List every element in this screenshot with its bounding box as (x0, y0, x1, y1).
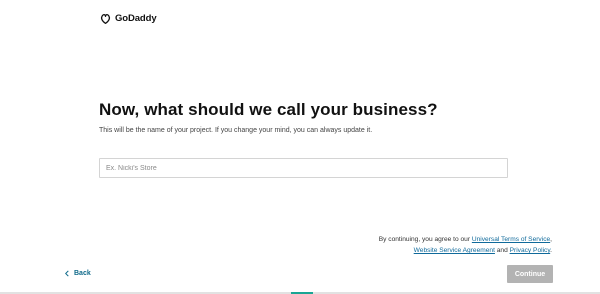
terms-notice: By continuing, you agree to our Universa… (379, 234, 552, 256)
chevron-left-icon (65, 270, 69, 277)
privacy-policy-link[interactable]: Privacy Policy (510, 247, 551, 254)
terms-and: and (494, 247, 510, 254)
godaddy-logo-icon (100, 13, 111, 25)
terms-comma: , (550, 236, 552, 243)
website-service-agreement-link[interactable]: Website Service Agreement (414, 247, 495, 254)
continue-button[interactable]: Continue (507, 265, 553, 283)
page-heading: Now, what should we call your business? (99, 100, 438, 119)
brand-name: GoDaddy (115, 13, 157, 24)
terms-prefix: By continuing, you agree to our (378, 236, 472, 243)
universal-terms-link[interactable]: Universal Terms of Service (472, 236, 550, 243)
page-subtext: This will be the name of your project. I… (99, 127, 373, 134)
business-name-input[interactable] (99, 158, 508, 178)
terms-period: . (550, 247, 552, 254)
back-label: Back (74, 270, 91, 277)
back-button[interactable]: Back (64, 270, 91, 277)
godaddy-logo[interactable]: GoDaddy (99, 12, 157, 25)
